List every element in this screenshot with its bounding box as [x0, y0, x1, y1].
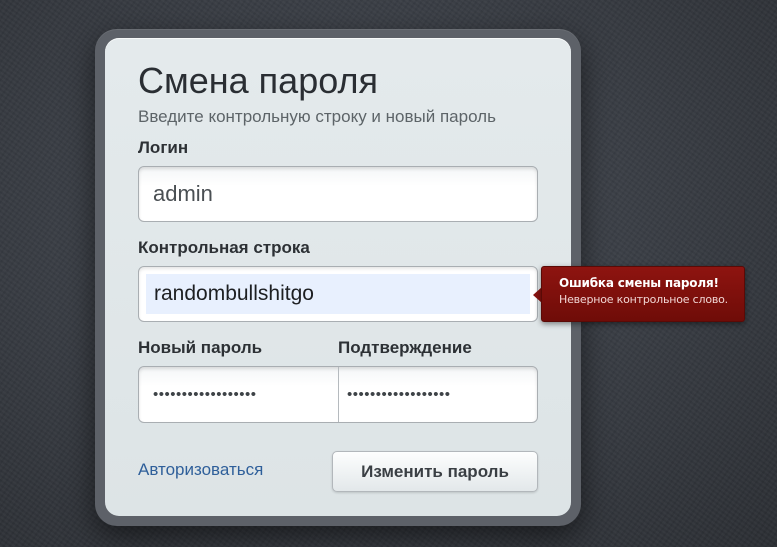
change-password-button[interactable]: Изменить пароль: [332, 451, 538, 492]
login-label: Логин: [138, 138, 189, 157]
page-subtitle: Введите контрольную строку и новый парол…: [138, 107, 496, 126]
error-tooltip: Ошибка смены пароля! Неверное контрольно…: [541, 266, 745, 322]
control-string-field[interactable]: randombullshitgo: [146, 274, 530, 314]
password-field-group: •••••••••••••••••• ••••••••••••••••••: [138, 366, 538, 423]
login-link[interactable]: Авторизоваться: [138, 460, 263, 480]
control-string-field-wrapper[interactable]: randombullshitgo: [138, 266, 538, 322]
error-tooltip-message: Неверное контрольное слово.: [559, 293, 728, 306]
page-title: Смена пароля: [138, 60, 378, 101]
new-password-label: Новый пароль: [138, 338, 263, 357]
confirm-password-label: Подтверждение: [338, 338, 472, 357]
confirm-password-field[interactable]: ••••••••••••••••••: [339, 367, 537, 422]
error-tooltip-title: Ошибка смены пароля!: [559, 276, 719, 290]
control-string-label: Контрольная строка: [138, 238, 310, 257]
login-field[interactable]: admin: [138, 166, 538, 222]
new-password-field[interactable]: ••••••••••••••••••: [139, 367, 338, 422]
